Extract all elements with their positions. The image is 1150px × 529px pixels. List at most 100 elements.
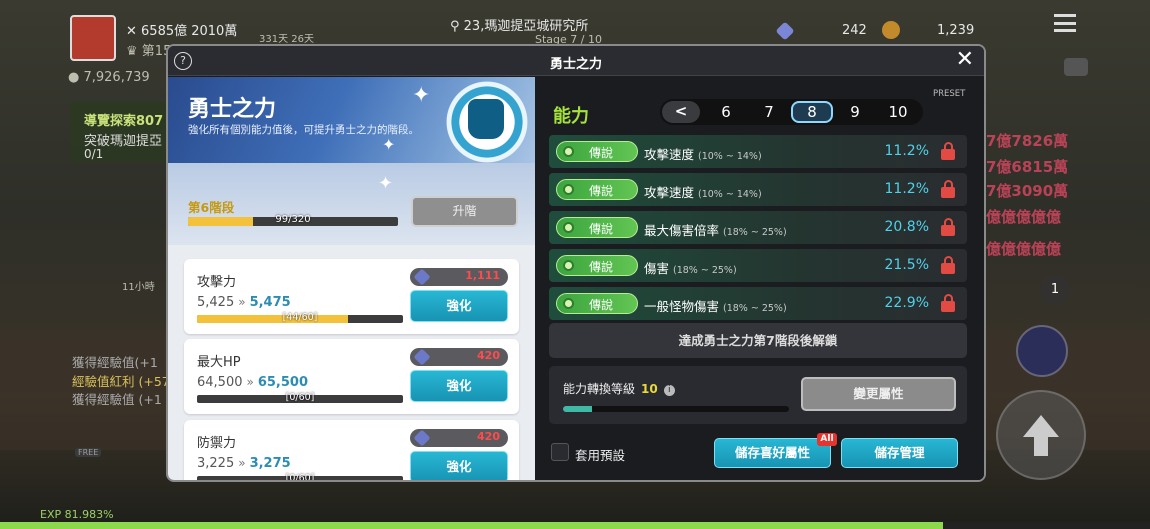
change-attribute-button[interactable]: 變更屬性	[801, 377, 956, 411]
log-line: 經驗值紅利 (+57	[72, 374, 170, 389]
map-location[interactable]: ⚲ 23,瑪迦提亞城研究所	[450, 15, 588, 34]
meso-count: ● 7,926,739	[68, 70, 150, 85]
lock-icon[interactable]	[941, 256, 955, 274]
damage-text: 7億3090萬	[986, 182, 1069, 200]
enhance-defense-button[interactable]: 強化	[410, 451, 508, 480]
quest-panel[interactable]: 導覽探索807 突破瑪迦提亞 0/1	[70, 102, 168, 162]
apply-preset-checkbox[interactable]	[551, 443, 569, 461]
grade-dot-icon	[563, 184, 574, 195]
cost-pill: 420	[410, 429, 508, 447]
exp-bar	[0, 522, 1150, 529]
grade-dot-icon	[563, 298, 574, 309]
ability-range: (18% ~ 25%)	[723, 227, 787, 238]
lock-icon[interactable]	[941, 180, 955, 198]
upgrade-stage-button[interactable]: 升階	[411, 196, 518, 227]
crystal-icon	[413, 429, 431, 447]
ability-range: (10% ~ 14%)	[698, 189, 762, 200]
ability-name: 攻擊速度 (10% ~ 14%)	[644, 144, 762, 163]
stat-current: 5,425	[197, 295, 235, 310]
ability-panel: 能力 PRESET < 6 7 8 9 10 傳說 攻擊速度 (10% ~ 14%…	[535, 77, 984, 480]
preset-tab-8[interactable]: 8	[791, 101, 833, 123]
up-arrow-icon-stem	[1034, 436, 1048, 456]
ability-name: 一般怪物傷害 (18% ~ 25%)	[644, 296, 787, 315]
stat-progress-text: [0/60]	[285, 473, 315, 482]
menu-icon[interactable]	[1054, 14, 1076, 32]
grade-label: 傳說	[589, 260, 614, 274]
character-avatar[interactable]	[70, 15, 116, 61]
event-timer: 331天 26天	[259, 34, 314, 45]
stat-name: 攻擊力	[197, 275, 237, 290]
enhance-attack-button[interactable]: 強化	[410, 290, 508, 322]
crystal-icon	[775, 21, 795, 41]
log-line: 獲得經驗值(+1	[72, 355, 158, 370]
double-chevron-icon: »	[246, 375, 254, 389]
up-arrow-icon	[1023, 415, 1059, 437]
chat-icon[interactable]	[1064, 58, 1088, 76]
save-favorite-button[interactable]: 儲存喜好屬性	[714, 438, 831, 468]
warrior-power-dialog: ? 勇士之力 ✕ 勇士之力 強化所有個別能力值後，可提升勇士之力的階段。 ✦ ✦…	[166, 44, 986, 482]
stat-values: 3,225» 3,275	[197, 456, 291, 471]
quest-progress: 0/1	[84, 147, 104, 161]
skill-button[interactable]	[1016, 325, 1068, 377]
ability-row: 傳說 最大傷害倍率 (18% ~ 25%) 20.8%	[549, 211, 967, 244]
ability-range: (18% ~ 25%)	[673, 265, 737, 276]
preset-tab-9[interactable]: 9	[834, 101, 876, 123]
preset-back-button[interactable]: <	[662, 101, 700, 123]
crystal-count: 242	[842, 23, 867, 38]
stat-card-max-hp: 最大HP 64,500» 65,500 [0/60] 420 強化	[184, 339, 519, 414]
preset-tab-6[interactable]: 6	[705, 101, 747, 123]
stat-progress-text: [44/60]	[282, 312, 318, 323]
grade-dot-icon	[563, 146, 574, 157]
dialog-title: 勇士之力	[549, 57, 602, 72]
hero-banner: 勇士之力 強化所有個別能力值後，可提升勇士之力的階段。 ✦ ✦	[168, 77, 535, 165]
grade-dot-icon	[563, 222, 574, 233]
coin-count: 1,239	[937, 23, 975, 38]
lock-icon[interactable]	[941, 218, 955, 236]
stat-next: 3,275	[249, 456, 291, 471]
quest-title: 導覽探索807	[84, 114, 164, 129]
stat-values: 64,500» 65,500	[197, 375, 308, 390]
locked-slot-message: 達成勇士之力第7階段後解鎖	[549, 323, 967, 358]
ability-name: 最大傷害倍率 (18% ~ 25%)	[644, 220, 787, 239]
stat-card-attack: 攻擊力 5,425» 5,475 [44/60] 1,111 強化	[184, 259, 519, 334]
free-badge: FREE	[75, 448, 102, 457]
stat-name: 最大HP	[197, 355, 241, 370]
sparkle-icon: ✦	[378, 173, 394, 194]
lock-icon[interactable]	[941, 294, 955, 312]
hero-title: 勇士之力	[188, 97, 277, 122]
grade-label: 傳說	[589, 146, 614, 160]
ability-value: 21.5%	[884, 257, 929, 273]
ability-value: 20.8%	[884, 219, 929, 235]
close-button[interactable]: ✕	[956, 49, 974, 71]
conversion-label-text: 能力轉換等級	[563, 382, 636, 396]
stat-panel: 勇士之力 強化所有個別能力值後，可提升勇士之力的階段。 ✦ ✦ ✦ 第6階段 9…	[168, 77, 535, 482]
ability-row: 傳說 一般怪物傷害 (18% ~ 25%) 22.9%	[549, 287, 967, 320]
stage-progress-text: 99/320	[275, 214, 311, 225]
info-icon[interactable]: i	[663, 385, 675, 396]
ability-row: 傳說 攻擊速度 (10% ~ 14%) 11.2%	[549, 135, 967, 168]
preset-tabs: < 6 7 8 9 10	[660, 99, 923, 125]
damage-text: 7億6815萬	[986, 158, 1069, 176]
stat-current: 3,225	[197, 456, 235, 471]
grade-badge: 傳說	[556, 179, 638, 200]
crystal-icon	[413, 348, 431, 366]
combat-power: ✕ 6585億 2010萬	[126, 24, 238, 39]
conversion-level: 10	[641, 382, 658, 396]
cost-value: 420	[477, 349, 500, 362]
preset-tab-7[interactable]: 7	[748, 101, 790, 123]
save-management-button[interactable]: 儲存管理	[841, 438, 958, 468]
sparkle-icon: ✦	[412, 83, 431, 108]
preset-tab-10[interactable]: 10	[877, 101, 919, 123]
cost-pill: 1,111	[410, 268, 508, 286]
stat-values: 5,425» 5,475	[197, 295, 291, 310]
sparkle-icon: ✦	[382, 135, 396, 154]
all-badge: All	[817, 433, 837, 446]
grade-badge: 傳說	[556, 217, 638, 238]
enhance-max-hp-button[interactable]: 強化	[410, 370, 508, 402]
skill-slot-number[interactable]: 1	[1040, 275, 1070, 305]
lock-icon[interactable]	[941, 142, 955, 160]
double-chevron-icon: »	[238, 456, 246, 470]
ability-value: 11.2%	[884, 181, 929, 197]
cost-value: 420	[477, 430, 500, 443]
ability-name-text: 攻擊速度	[644, 147, 695, 162]
